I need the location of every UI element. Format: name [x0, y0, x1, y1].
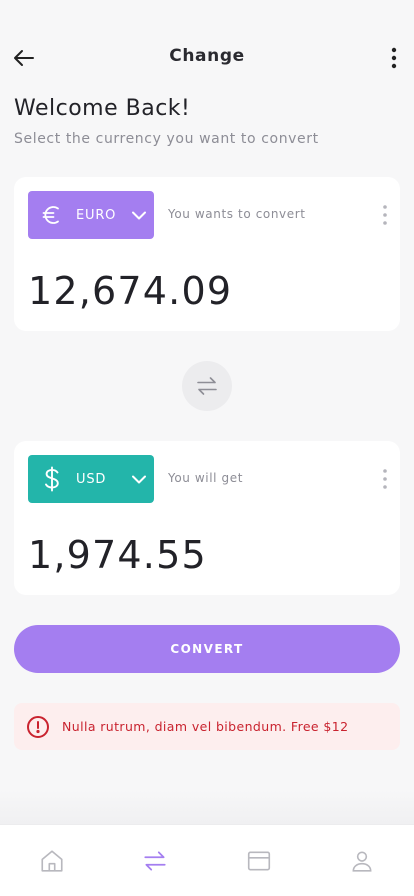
- nav-cards[interactable]: [207, 825, 311, 896]
- from-currency-code: EURO: [76, 207, 117, 223]
- more-vertical-icon: [383, 469, 387, 489]
- more-vertical-icon: [391, 47, 397, 69]
- swap-currencies-button[interactable]: [182, 361, 232, 411]
- card-icon: [247, 851, 270, 871]
- chevron-down-icon: [124, 475, 154, 484]
- euro-icon: [28, 203, 76, 227]
- nav-exchange[interactable]: [104, 825, 208, 896]
- bottom-navigation: [0, 824, 414, 896]
- to-amount: 1,974.55: [28, 533, 207, 577]
- from-currency-card: EURO You wants to convert 12,674.09: [14, 177, 400, 331]
- bottom-fade: [0, 790, 414, 824]
- nav-home[interactable]: [0, 825, 104, 896]
- to-caption: You will get: [168, 471, 244, 485]
- from-card-menu-button[interactable]: [378, 203, 392, 227]
- welcome-subtitle: Select the currency you want to convert: [14, 131, 319, 147]
- change-screen: Change Welcome Back! Select the currency…: [0, 0, 414, 896]
- from-amount[interactable]: 12,674.09: [28, 269, 232, 313]
- from-currency-dropdown[interactable]: EURO: [28, 191, 154, 239]
- to-currency-dropdown[interactable]: USD: [28, 455, 154, 503]
- page-title: Change: [169, 46, 245, 66]
- from-caption: You wants to convert: [168, 207, 306, 221]
- to-currency-code: USD: [76, 471, 107, 487]
- promo-alert: Nulla rutrum, diam vel bibendum. Free $1…: [14, 703, 400, 750]
- to-card-menu-button[interactable]: [378, 467, 392, 491]
- header: Change: [0, 36, 414, 80]
- swap-arrows-icon: [197, 377, 217, 395]
- welcome-title: Welcome Back!: [14, 96, 191, 121]
- more-vertical-icon: [383, 205, 387, 225]
- chevron-down-icon: [124, 211, 154, 220]
- dollar-icon: [28, 466, 76, 492]
- convert-button[interactable]: CONVERT: [14, 625, 400, 673]
- to-currency-card: USD You will get 1,974.55: [14, 441, 400, 595]
- nav-profile[interactable]: [311, 825, 414, 896]
- alert-text: Nulla rutrum, diam vel bibendum. Free $1…: [62, 719, 349, 734]
- home-icon: [41, 850, 63, 872]
- alert-circle-icon: [14, 715, 62, 739]
- swap-icon: [144, 851, 166, 871]
- more-options-button[interactable]: [380, 44, 408, 72]
- user-icon: [352, 851, 372, 872]
